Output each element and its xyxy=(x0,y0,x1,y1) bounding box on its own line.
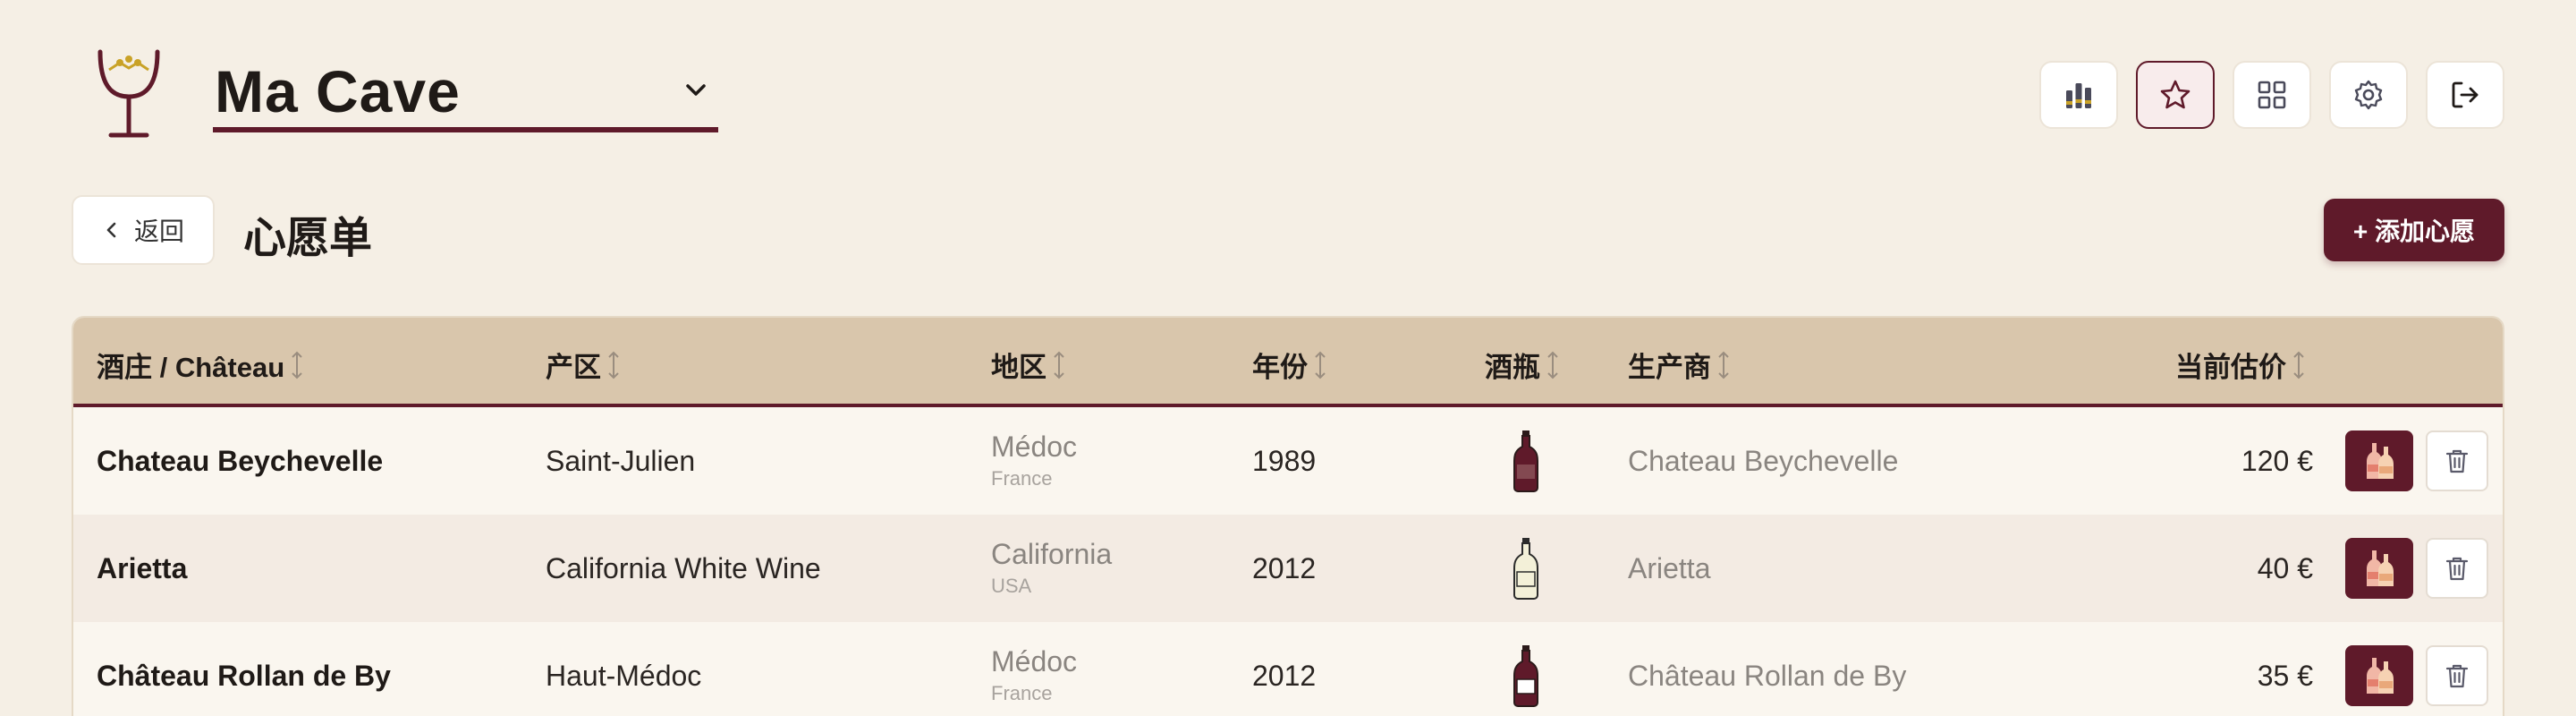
cellar-select[interactable]: Ma Cave xyxy=(213,52,718,132)
wine-name: Chateau Beychevelle xyxy=(97,445,384,477)
wine-vintage: 2012 xyxy=(1252,552,1317,584)
region-name: California xyxy=(991,538,1113,570)
sort-icon xyxy=(1315,351,1326,379)
wine-name: Arietta xyxy=(97,552,188,584)
wine-price: 40 € xyxy=(2257,552,2313,584)
page-title: 心愿单 xyxy=(243,215,373,262)
sort-icon xyxy=(608,351,619,379)
sort-icon xyxy=(1718,351,1729,379)
gear-icon xyxy=(2354,80,2383,110)
wine-vintage: 1989 xyxy=(1252,445,1317,477)
delete-button[interactable] xyxy=(2426,430,2488,491)
wishlist-table: 酒庄 / Château 产区 地区 年份 酒瓶 生产商 当前估价 Chatea… xyxy=(72,316,2504,716)
star-icon xyxy=(2160,80,2190,109)
column-header-producer[interactable]: 生产商 xyxy=(1628,345,1731,385)
wine-appellation: California White Wine xyxy=(546,552,821,584)
table-row[interactable]: Chateau Beychevelle Saint-Julien Médoc F… xyxy=(73,407,2503,515)
grid-view-button[interactable] xyxy=(2233,61,2311,129)
wine-name: Château Rollan de By xyxy=(97,660,391,692)
column-header-appellation[interactable]: 产区 xyxy=(546,345,621,385)
sort-icon xyxy=(1054,351,1064,379)
wine-glass-logo-icon xyxy=(97,49,160,138)
trash-icon xyxy=(2445,557,2469,581)
column-header-label: 酒瓶 xyxy=(1485,352,1540,383)
delete-button[interactable] xyxy=(2426,538,2488,599)
wine-producer: Arietta xyxy=(1628,552,1711,584)
wine-price: 120 € xyxy=(2241,445,2313,477)
wine-bottles-icon xyxy=(2367,658,2394,694)
wine-appellation: Saint-Julien xyxy=(546,445,696,477)
column-header-label: 地区 xyxy=(991,352,1046,383)
sort-icon xyxy=(1547,351,1558,379)
column-header-label: 产区 xyxy=(546,352,601,383)
red-wine-bottle-icon xyxy=(1513,645,1538,707)
column-header-name[interactable]: 酒庄 / Château xyxy=(97,345,304,385)
column-header-region[interactable]: 地区 xyxy=(991,345,1066,385)
wine-bottles-icon xyxy=(2367,443,2394,479)
trash-icon xyxy=(2445,664,2469,688)
column-header-vintage[interactable]: 年份 xyxy=(1252,345,1327,385)
table-header: 酒庄 / Château 产区 地区 年份 酒瓶 生产商 当前估价 xyxy=(73,318,2503,407)
wine-appellation: Haut-Médoc xyxy=(546,660,702,692)
back-label: 返回 xyxy=(133,217,184,245)
wishlist-page: Ma Cave 返回 心愿单 + 添加心愿 酒庄 / Château 产区 地区… xyxy=(0,0,2576,716)
wine-producer: Chateau Beychevelle xyxy=(1628,445,1899,477)
wine-region: Médoc France xyxy=(991,430,1077,490)
wine-region: Médoc France xyxy=(991,645,1077,705)
move-to-cellar-button[interactable] xyxy=(2345,538,2413,599)
cellar-name: Ma Cave xyxy=(215,58,461,124)
sort-icon xyxy=(292,351,302,379)
settings-button[interactable] xyxy=(2329,61,2408,129)
wine-bottles-icon xyxy=(2367,550,2394,586)
move-to-cellar-button[interactable] xyxy=(2345,430,2413,491)
red-wine-bottle-icon xyxy=(1513,430,1538,492)
white-wine-bottle-icon xyxy=(1513,538,1538,600)
column-header-bottle[interactable]: 酒瓶 xyxy=(1485,345,1560,385)
wine-vintage: 2012 xyxy=(1252,660,1317,692)
table-row[interactable]: Arietta California White Wine California… xyxy=(73,515,2503,622)
sort-icon xyxy=(2293,351,2304,379)
stats-button[interactable] xyxy=(2039,61,2118,129)
top-actions xyxy=(2039,61,2504,129)
wine-price: 35 € xyxy=(2257,660,2313,692)
column-header-label: 当前估价 xyxy=(2175,352,2286,383)
add-wish-button[interactable]: + 添加心愿 xyxy=(2324,199,2504,261)
wine-producer: Château Rollan de By xyxy=(1628,660,1907,692)
move-to-cellar-button[interactable] xyxy=(2345,645,2413,706)
stats-icon xyxy=(2066,83,2091,108)
logout-button[interactable] xyxy=(2426,61,2504,129)
column-header-label: 生产商 xyxy=(1628,352,1711,383)
wishlist-button[interactable] xyxy=(2136,61,2215,129)
table-row[interactable]: Château Rollan de By Haut-Médoc Médoc Fr… xyxy=(73,622,2503,716)
column-header-price[interactable]: 当前估价 xyxy=(2175,345,2306,385)
chevron-down-icon xyxy=(686,84,706,96)
back-button[interactable]: 返回 xyxy=(72,195,215,265)
region-country: France xyxy=(991,682,1053,704)
grid-icon xyxy=(2258,81,2286,109)
column-header-label: 年份 xyxy=(1252,352,1308,383)
region-country: France xyxy=(991,467,1053,490)
region-country: USA xyxy=(991,575,1032,597)
column-header-label: 酒庄 / Château xyxy=(97,352,285,383)
wine-region: California USA xyxy=(991,538,1112,598)
chevron-left-icon xyxy=(106,222,116,238)
delete-button[interactable] xyxy=(2426,645,2488,706)
trash-icon xyxy=(2445,449,2469,473)
region-name: Médoc xyxy=(991,645,1078,678)
logout-icon xyxy=(2452,81,2479,108)
region-name: Médoc xyxy=(991,430,1078,463)
